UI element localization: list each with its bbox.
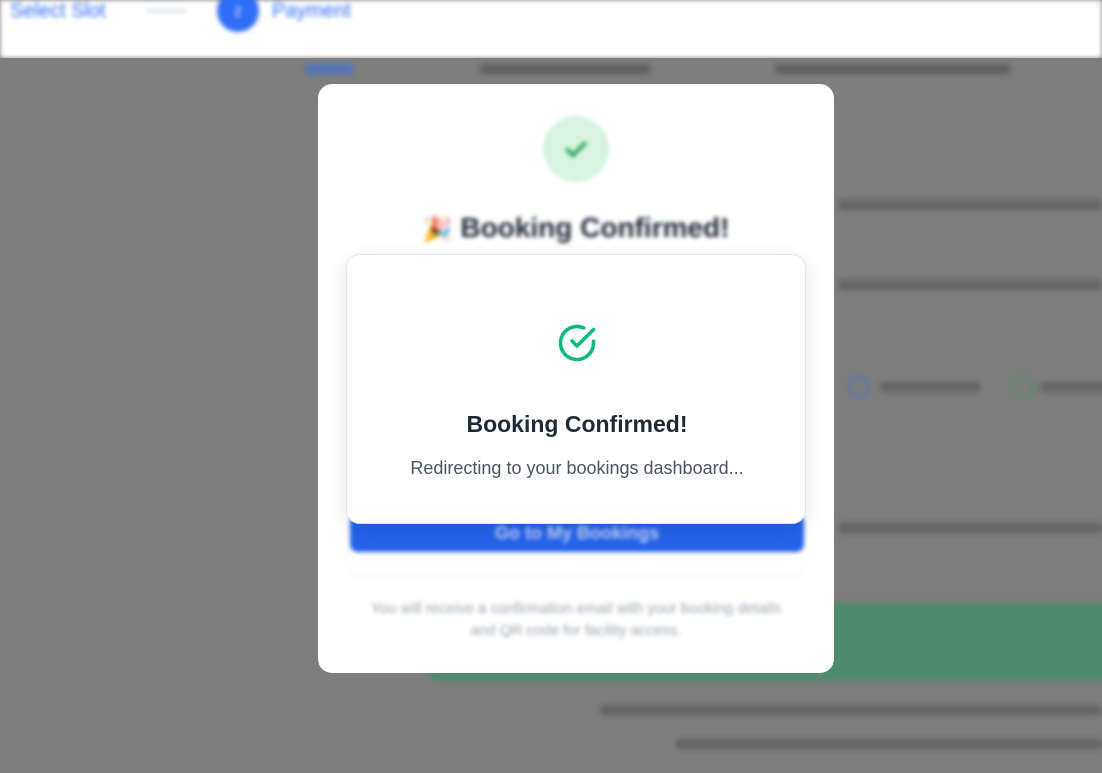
bg-right-heading [843,164,848,185]
bg-radio-2 [1012,376,1034,398]
bg-header-text [480,64,650,74]
bg-radio-1 [848,376,870,398]
modal-divider [350,574,802,575]
bg-divider-2 [0,158,300,159]
bg-footer-line-2 [676,739,1102,749]
stepper-bar: Select Slot 2 Payment [0,0,1102,58]
booking-modal-title-text: Booking Confirmed! [460,212,730,243]
step-connector [146,10,186,12]
party-popper-icon: 🎉 [422,216,453,243]
confirmation-email-note: You will receive a confirmation email wi… [371,600,781,639]
bg-radio-label-2 [1040,382,1102,392]
step-payment: Payment [272,0,351,22]
bg-right-line-2 [838,280,1102,290]
bg-right-line-1 [838,200,1102,210]
redirect-message: Redirecting to your bookings dashboard..… [410,458,744,478]
bg-radio-label-1 [880,382,980,392]
bg-tab-indicator [305,64,353,74]
confirm-title: Booking Confirmed! [466,411,688,437]
bg-divider [0,98,300,99]
check-icon [543,116,609,182]
bg-right-line-3 [838,523,1102,533]
check-circle-icon [558,324,596,362]
booking-confirmed-card: Booking Confirmed! Redirecting to your b… [346,254,806,524]
step-select-slot: Select Slot [10,0,106,22]
background-app: Select Slot 2 Payment 🎉 Booking Confirme… [0,0,1102,773]
bg-footer-line [600,705,1102,715]
step-payment-number: 2 [217,0,259,32]
bg-header-text-2 [775,64,1010,74]
booking-modal-title: 🎉 Booking Confirmed! [318,212,834,244]
